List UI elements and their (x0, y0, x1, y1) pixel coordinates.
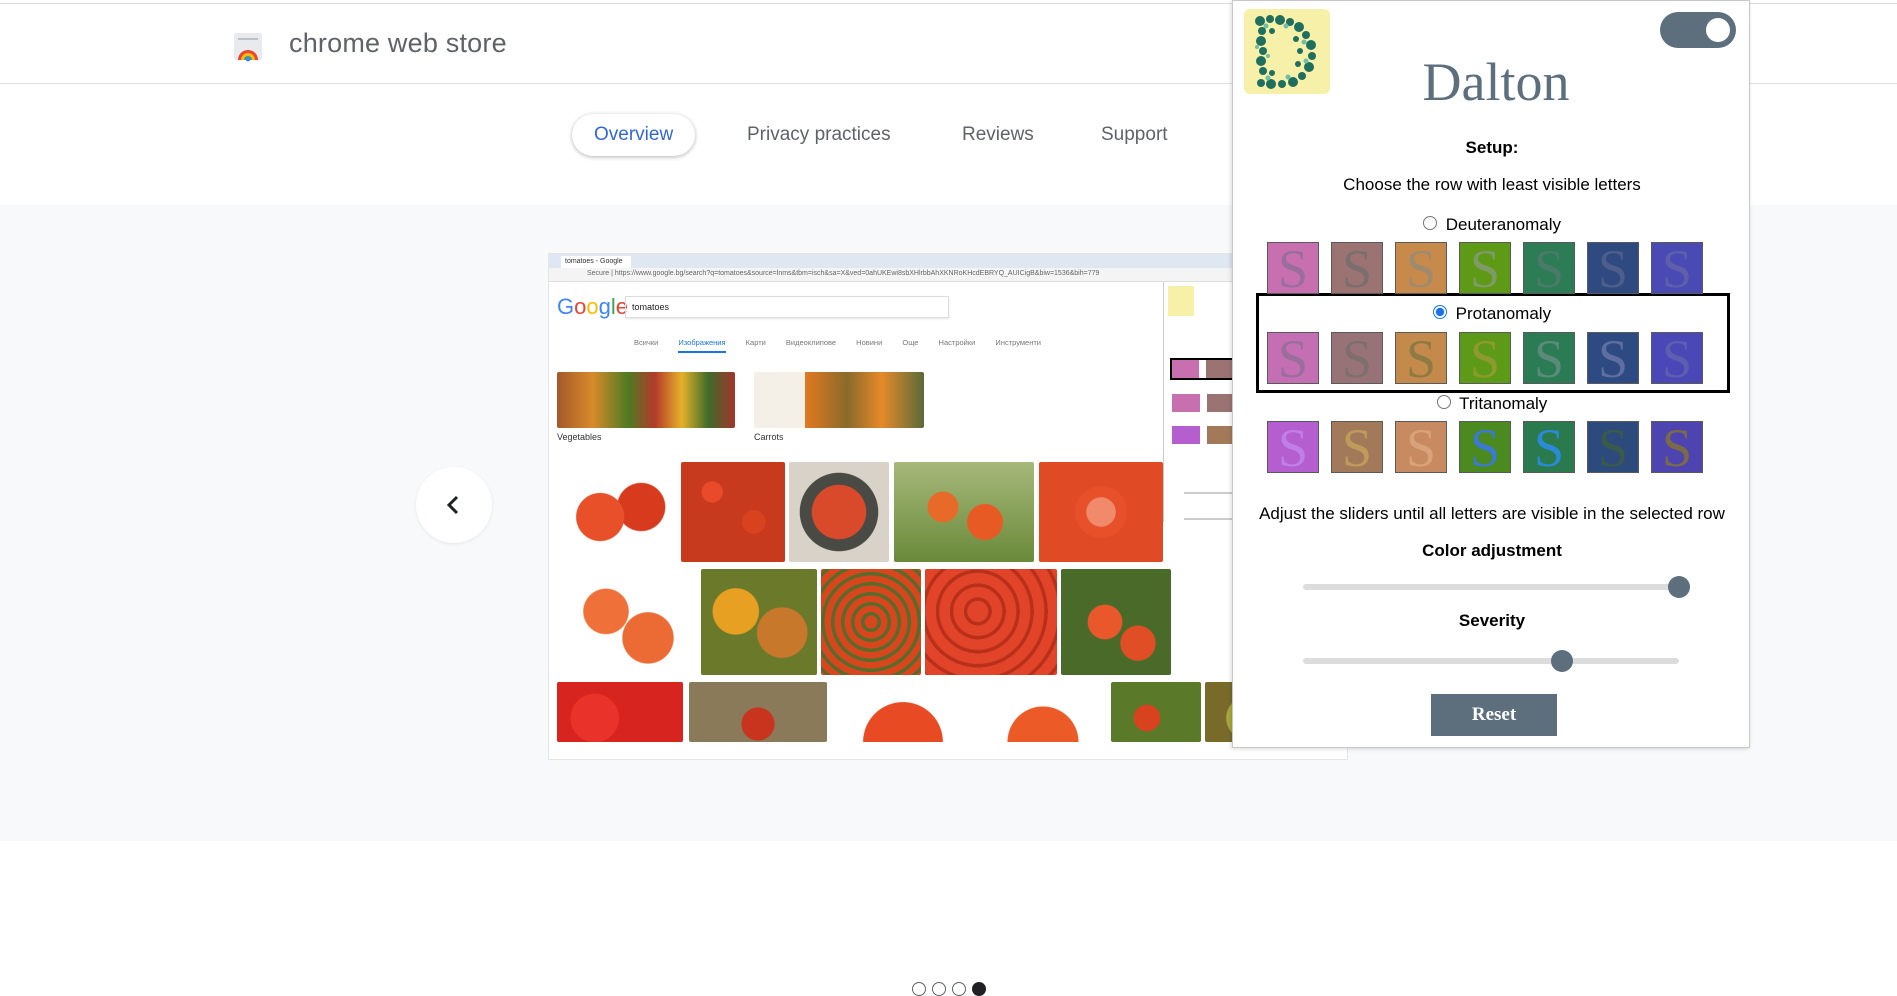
google-logo: Google (557, 294, 629, 319)
tomato-image (557, 569, 697, 675)
color-adjustment-slider-handle[interactable] (1668, 576, 1690, 598)
related-label-vegetables: Vegetables (557, 432, 602, 442)
dalton-popup: Dalton Setup: Choose the row with least … (1232, 0, 1750, 748)
related-label-carrots: Carrots (754, 432, 784, 442)
deuteranomaly-option[interactable]: Deuteranomaly (1233, 215, 1751, 235)
color-swatch: S (1267, 421, 1319, 473)
tomato-image (821, 569, 921, 675)
color-adjustment-slider[interactable] (1303, 576, 1690, 598)
adjust-instruction: Adjust the sliders until all letters are… (1259, 504, 1725, 523)
chrome-web-store-logo[interactable] (232, 30, 264, 62)
protanomaly-label: Protanomaly (1455, 304, 1552, 323)
color-adjustment-label: Color adjustment (1422, 541, 1562, 560)
tritanomaly-label: Tritanomaly (1459, 394, 1548, 413)
tomato-image (1061, 569, 1171, 675)
tritanomaly-swatches: SSSSSSS (1267, 421, 1703, 473)
color-swatch: S (1459, 242, 1511, 294)
mock-category: Още (902, 338, 919, 347)
previous-slide-button[interactable] (416, 467, 492, 543)
mock-category: Всички (634, 338, 659, 347)
tomato-image (549, 462, 677, 562)
deuteranomaly-swatches: SSSSSSS (1267, 242, 1703, 294)
tomato-image (689, 682, 827, 742)
carousel-dot[interactable] (932, 982, 946, 996)
deuteranomaly-radio[interactable] (1422, 216, 1437, 230)
toggle-knob (1706, 18, 1730, 42)
protanomaly-option[interactable]: Protanomaly (1233, 304, 1751, 324)
color-swatch: S (1331, 421, 1383, 473)
chevron-left-icon (446, 495, 459, 515)
color-swatch: S (1395, 332, 1447, 384)
tomato-image (925, 569, 1057, 675)
tritanomaly-option[interactable]: Tritanomaly (1233, 394, 1751, 414)
popup-title: Dalton (1422, 52, 1570, 112)
enable-toggle[interactable] (1660, 12, 1736, 48)
carousel-dot[interactable] (912, 982, 926, 996)
protanomaly-swatches: SSSSSSS (1267, 332, 1703, 384)
tab-support[interactable]: Support (1101, 114, 1168, 156)
tomato-image (894, 462, 1034, 562)
carousel-dots (912, 982, 986, 996)
color-swatch: S (1651, 242, 1703, 294)
deuteranomaly-label: Deuteranomaly (1445, 215, 1561, 234)
color-swatch: S (1267, 242, 1319, 294)
color-swatch: S (1651, 421, 1703, 473)
color-swatch: S (1395, 242, 1447, 294)
color-swatch: S (1395, 421, 1447, 473)
setup-instruction: Choose the row with least visible letter… (1343, 175, 1641, 194)
mini-logo (1168, 286, 1194, 316)
color-swatch: S (1523, 421, 1575, 473)
mock-category: Новини (856, 338, 883, 347)
tomato-image (789, 462, 889, 562)
tomato-image (839, 682, 967, 742)
color-swatch: S (1651, 332, 1703, 384)
color-swatch: S (1587, 242, 1639, 294)
color-swatch: S (1267, 332, 1319, 384)
mock-category: Настройки (938, 338, 976, 347)
protanomaly-radio[interactable] (1432, 305, 1447, 319)
color-swatch: S (1587, 332, 1639, 384)
color-swatch: S (1523, 332, 1575, 384)
store-title[interactable]: chrome web store (289, 28, 507, 59)
mock-browser-tabbar (549, 254, 1347, 268)
mock-category: Инструменти (995, 338, 1041, 347)
tab-privacy-practices[interactable]: Privacy practices (747, 114, 891, 156)
tritanomaly-radio[interactable] (1436, 395, 1451, 409)
carousel-dot[interactable] (952, 982, 966, 996)
tomato-image (979, 682, 1107, 742)
color-swatch: S (1459, 332, 1511, 384)
color-swatch: S (1459, 421, 1511, 473)
tomato-image (681, 462, 785, 562)
tab-reviews[interactable]: Reviews (962, 114, 1034, 156)
mock-category: Карти (745, 338, 766, 347)
tomato-image (1111, 682, 1201, 742)
color-swatch: S (1331, 242, 1383, 294)
tab-overview[interactable]: Overview (572, 114, 696, 156)
mock-category: Видеоклипове (785, 338, 837, 347)
tomato-image (557, 682, 683, 742)
severity-slider[interactable] (1303, 650, 1679, 672)
mock-search-categories: Всички Изображения Карти Видеоклипове Но… (634, 338, 1059, 353)
severity-slider-handle[interactable] (1551, 650, 1574, 672)
tomato-image (701, 569, 817, 675)
mock-category-active: Изображения (678, 338, 726, 353)
carousel-dot-active[interactable] (972, 982, 986, 996)
setup-label: Setup: (1465, 138, 1519, 157)
reset-button[interactable]: Reset (1431, 694, 1557, 736)
color-swatch: S (1523, 242, 1575, 294)
mock-browser-tab: tomatoes - Google Търс... (561, 256, 631, 277)
severity-label: Severity (1458, 611, 1526, 630)
color-swatch: S (1587, 421, 1639, 473)
color-swatch: S (1331, 332, 1383, 384)
carrots-image (754, 372, 924, 428)
tomato-image (1039, 462, 1163, 562)
mock-url: Secure | https://www.google.bg/search?q=… (587, 270, 1100, 277)
vegetables-image (557, 372, 735, 428)
gallery-screenshot: tomatoes - Google Търс... Secure | https… (548, 253, 1348, 760)
mock-search-box: tomatoes (625, 296, 949, 318)
